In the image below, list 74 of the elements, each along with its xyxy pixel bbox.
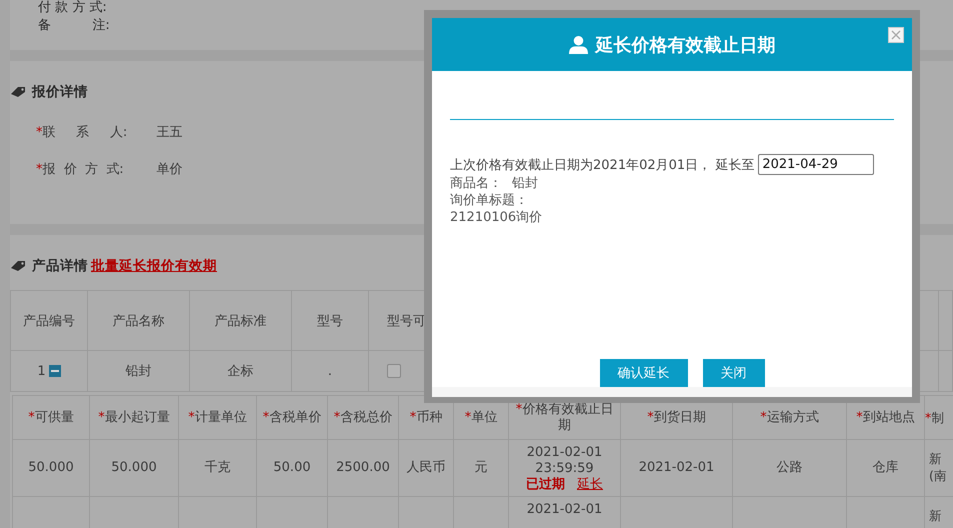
confirm-button[interactable]: 确认延长 [600, 359, 688, 387]
user-icon [568, 35, 588, 54]
section-title: 产品详情 [32, 257, 88, 275]
field-label: 商品名： [450, 175, 502, 192]
column-header: 含税单价 [269, 410, 322, 424]
table-cell: . [328, 364, 332, 378]
column-header: 单位 [471, 410, 498, 424]
field-label: 付 款 方 式: [38, 0, 107, 17]
column-header: 运输方式 [766, 410, 819, 424]
required-mark: * [36, 162, 42, 176]
required-mark: * [410, 410, 416, 424]
required-mark: * [647, 410, 654, 424]
field-label: 报 价 方 式: [42, 161, 125, 178]
required-mark: * [28, 410, 35, 424]
checkbox[interactable] [387, 364, 401, 378]
required-mark: * [188, 410, 195, 424]
column-header: 可供量 [34, 410, 74, 424]
table-cell: 50.000 [111, 460, 157, 475]
field-value: 铅封 [512, 175, 538, 192]
column-header: 价格有效截止日期 [522, 402, 614, 432]
column-header: 计量单位 [194, 410, 247, 424]
required-mark: * [925, 410, 932, 424]
field-label: 备 注: [38, 18, 110, 35]
table-cell: 仓库 [872, 460, 898, 475]
column-header: 产品标准 [190, 290, 292, 350]
table-cell: 公路 [776, 460, 802, 475]
required-mark: * [334, 410, 340, 424]
field-value: 21210106询价 [450, 209, 544, 226]
field-value: 王五 [156, 124, 182, 141]
close-icon[interactable] [888, 27, 904, 43]
status-text: 已过期 [526, 477, 565, 493]
column-header: 到站地点 [862, 410, 915, 424]
table-cell: 铅封 [126, 364, 152, 379]
date-input[interactable]: 2021-04-29 [758, 154, 874, 175]
table-cell: 企标 [228, 364, 254, 379]
required-mark: * [516, 402, 522, 416]
extend-link[interactable]: 延长 [577, 477, 603, 493]
table-cell: 50.00 [273, 460, 311, 475]
table-cell-text: 2021-02-01 [526, 445, 604, 461]
close-button[interactable]: 关闭 [702, 359, 764, 387]
message-text: 上次价格有效截止日期为2021年02月01日， 延长至 [450, 156, 754, 174]
required-mark: * [36, 124, 42, 140]
field-label: 询价单标题： [450, 192, 529, 209]
table-cell-text: 2021-02-01 [526, 502, 604, 518]
minus-icon[interactable] [48, 365, 61, 377]
column-header: 币种 [416, 410, 442, 424]
required-mark: * [856, 410, 863, 424]
table-cell: 2500.00 [336, 460, 390, 475]
table-cell-text: (南 [928, 467, 948, 484]
field-value: 单价 [156, 161, 182, 178]
table-cell: 50.000 [28, 460, 74, 475]
column-header: 最小起订量 [104, 410, 170, 424]
column-header: 产品名称 [88, 290, 190, 350]
required-mark: * [262, 410, 270, 424]
column-header: 产品编号 [10, 290, 88, 350]
required-mark: * [760, 410, 767, 424]
table-cell: 人民币 [406, 460, 446, 475]
field-label: 联 系 人: [42, 124, 128, 141]
column-header: 含税总价 [340, 410, 392, 424]
table-cell-text: 23:59:59 [534, 461, 595, 477]
table-cell: 千克 [204, 460, 230, 475]
table-cell-text: 新 [928, 507, 943, 524]
section-title: 报价详情 [32, 83, 88, 101]
dialog-title: 延长价格有效截止日期 [596, 34, 776, 56]
table-cell: 1 [37, 364, 46, 378]
column-header: 到货日期 [654, 410, 706, 424]
batch-extend-link[interactable]: 批量延长报价有效期 [91, 257, 217, 275]
column-header: 型号 [292, 290, 368, 350]
table-cell: 元 [474, 460, 488, 475]
column-header: 制 [931, 410, 944, 424]
required-mark: * [98, 410, 105, 424]
required-mark: * [464, 410, 472, 424]
table-cell-text: 新 [928, 450, 943, 467]
table-cell: 2021-02-01 [638, 460, 714, 475]
